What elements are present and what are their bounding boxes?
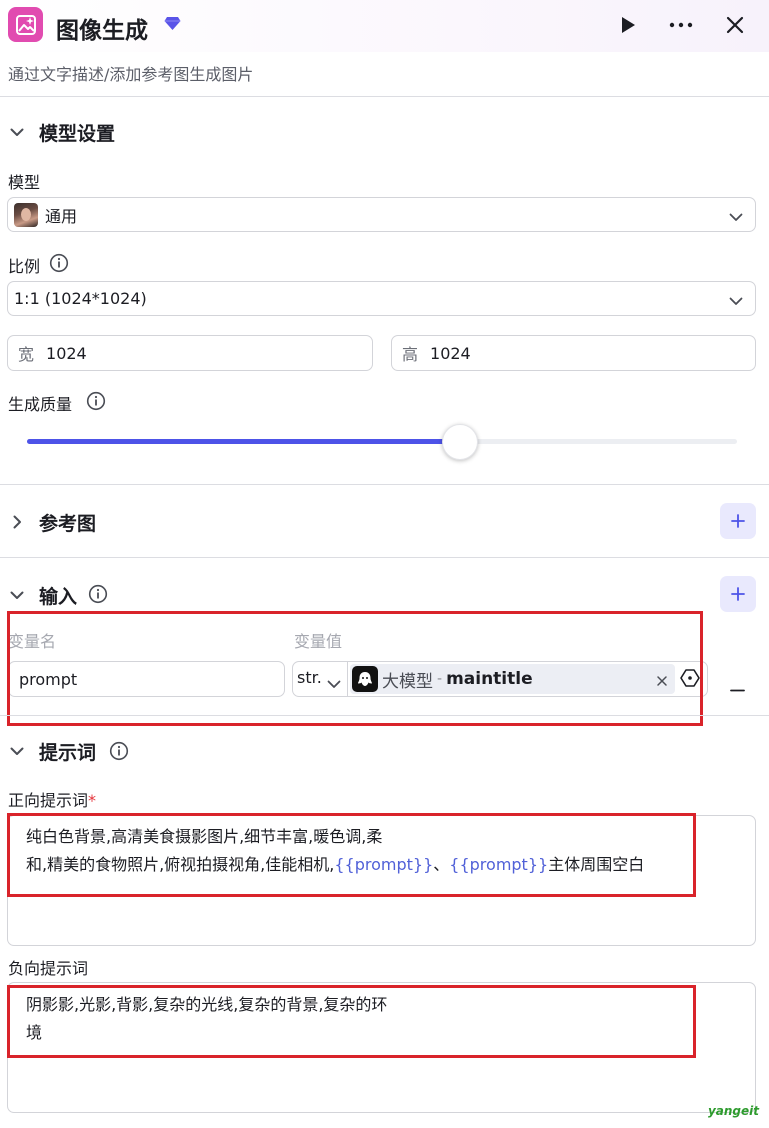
node-description: 通过文字描述/添加参考图生成图片 [8,65,254,84]
required-mark: * [88,791,97,810]
input-title: 输入 [39,586,78,608]
model-settings-title: 模型设置 [39,123,116,145]
ratio-value: 1:1 (1024*1024) [14,289,147,308]
highlight-box [7,611,703,726]
divider [0,484,769,485]
model-avatar [14,202,38,227]
height-field[interactable]: 高 1024 [391,335,756,371]
ratio-select[interactable]: 1:1 (1024*1024) [7,281,756,316]
info-icon[interactable] [86,391,106,411]
chevron-down-icon[interactable] [8,123,26,141]
divider [0,557,769,558]
watermark: yangeit [707,1104,759,1118]
model-select[interactable]: 通用 [7,197,756,232]
positive-prompt-label-text: 正向提示词 [8,791,89,810]
quality-slider-thumb[interactable] [442,424,478,460]
quality-label: 生成质量 [8,395,73,414]
chevron-down-icon [729,207,743,226]
close-icon[interactable] [722,12,748,38]
highlight-box [7,813,696,897]
highlight-box [7,985,696,1058]
node-title: 图像生成 [56,18,148,44]
add-input-button[interactable] [720,576,756,612]
divider [0,715,769,716]
width-field[interactable]: 宽 1024 [7,335,373,371]
gem-badge-icon [164,16,181,35]
add-reference-button[interactable] [720,503,756,539]
chevron-down-icon[interactable] [8,742,26,760]
chevron-down-icon[interactable] [8,586,26,604]
model-value: 通用 [45,206,78,226]
negative-prompt-label: 负向提示词 [8,959,89,978]
width-value: 1024 [46,343,87,363]
info-icon[interactable] [49,253,69,273]
divider [0,96,769,97]
chevron-down-icon [729,291,743,310]
width-prefix: 宽 [18,345,35,364]
more-icon[interactable] [668,12,694,38]
image-generation-icon [8,7,43,42]
chevron-right-icon[interactable] [8,513,26,531]
info-icon[interactable] [109,741,129,761]
model-label: 模型 [8,173,41,192]
remove-input-button[interactable] [730,677,745,696]
run-button[interactable] [615,12,641,38]
positive-prompt-label: 正向提示词* [8,787,96,811]
info-icon[interactable] [88,584,108,604]
height-value: 1024 [430,343,471,363]
height-prefix: 高 [402,345,419,364]
quality-slider-fill [27,439,460,444]
prompt-title: 提示词 [39,742,97,764]
reference-title: 参考图 [39,513,97,535]
ratio-label: 比例 [8,257,41,276]
